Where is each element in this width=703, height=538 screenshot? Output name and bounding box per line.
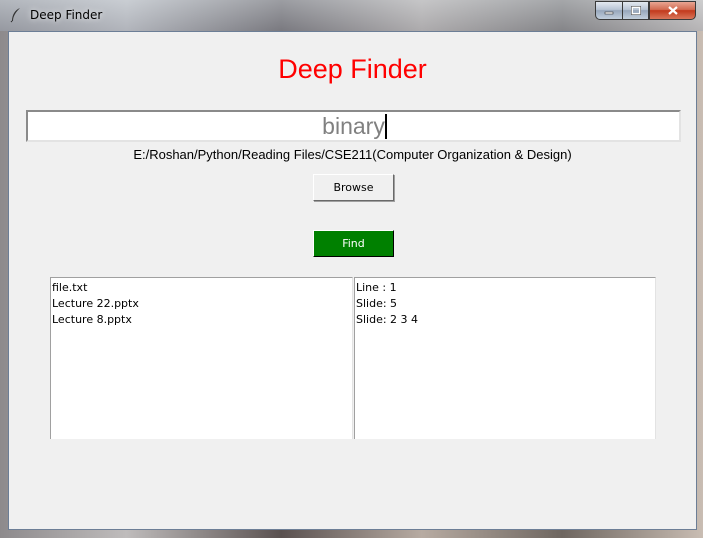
list-item[interactable]: Line : 1 bbox=[356, 280, 655, 296]
close-icon bbox=[667, 6, 678, 15]
window-client-area: Deep Finder E:/Roshan/Python/Reading Fil… bbox=[8, 31, 697, 530]
folder-path-label: E:/Roshan/Python/Reading Files/CSE211(Co… bbox=[133, 147, 572, 162]
caption-buttons bbox=[595, 1, 696, 20]
list-item[interactable]: Lecture 22.pptx bbox=[52, 296, 352, 312]
maximize-icon bbox=[630, 6, 641, 15]
minimize-button[interactable] bbox=[595, 1, 622, 20]
close-button[interactable] bbox=[649, 1, 696, 20]
list-item[interactable]: file.txt bbox=[52, 280, 352, 296]
list-item[interactable]: Lecture 8.pptx bbox=[52, 312, 352, 328]
title-bar[interactable]: Deep Finder bbox=[0, 0, 703, 31]
file-results-list[interactable]: file.txt Lecture 22.pptx Lecture 8.pptx bbox=[50, 277, 353, 439]
feather-icon bbox=[10, 8, 20, 23]
find-button[interactable]: Find bbox=[313, 230, 394, 257]
search-input[interactable] bbox=[26, 110, 681, 142]
page-title: Deep Finder bbox=[278, 54, 427, 84]
minimize-icon bbox=[604, 11, 614, 14]
maximize-button[interactable] bbox=[622, 1, 649, 20]
text-caret bbox=[385, 114, 387, 139]
app-window: Deep Finder Deep Finder binary E:/Roshan… bbox=[0, 0, 703, 538]
browse-button[interactable]: Browse bbox=[313, 174, 394, 201]
location-results-list[interactable]: Line : 1 Slide: 5 Slide: 2 3 4 bbox=[354, 277, 656, 439]
list-item[interactable]: Slide: 5 bbox=[356, 296, 655, 312]
list-item[interactable]: Slide: 2 3 4 bbox=[356, 312, 655, 328]
window-title: Deep Finder bbox=[30, 8, 103, 22]
